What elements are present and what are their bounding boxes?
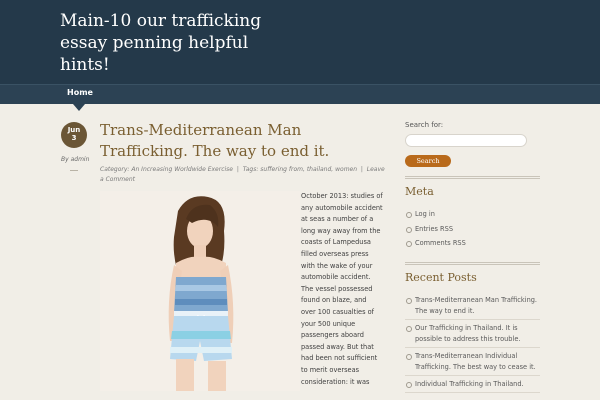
meta-widget-title: Meta (405, 185, 434, 198)
post-meta: Category: An Increasing Worldwide Exerci… (100, 166, 385, 183)
tags-label: Tags: (242, 166, 259, 173)
post-date-month: Jun (67, 126, 81, 134)
post-photo (100, 191, 300, 391)
site-header: Main-10 our trafficking essay penning he… (0, 0, 600, 84)
post-date-day: 3 (71, 134, 77, 142)
recent-post-link[interactable]: Trans-Mediterranean Man Trafficking. The… (405, 295, 540, 320)
tag-link[interactable]: women (335, 166, 357, 173)
category-link[interactable]: An Increasing Worldwide Exercise (131, 166, 233, 173)
author-link[interactable]: admin (71, 156, 90, 163)
recent-posts-list: Trans-Mediterranean Man Trafficking. The… (405, 295, 540, 396)
meta-list: Log in Entries RSS Comments RSS (405, 209, 540, 253)
sidebar-divider (405, 176, 540, 177)
sidebar-divider (405, 178, 540, 179)
search-label: Search for: (405, 121, 444, 129)
post-excerpt: October 2013: studies of any automobile … (301, 192, 383, 386)
site-title[interactable]: Main-10 our trafficking essay penning he… (60, 10, 290, 76)
nav-item-home[interactable]: Home (67, 88, 93, 97)
meta-item-entries-rss[interactable]: Entries RSS (405, 224, 540, 235)
sidebar-divider (405, 262, 540, 263)
tag-link[interactable]: suffering from (260, 166, 303, 173)
recent-post-link[interactable]: Individual Trafficking in Thailand. (405, 379, 540, 393)
meta-separator: | (358, 166, 365, 173)
meta-item-log-in[interactable]: Log in (405, 209, 540, 220)
main-navigation: Home (0, 84, 600, 104)
meta-item-comments-rss[interactable]: Comments RSS (405, 238, 540, 249)
woman-in-romper-illustration (100, 191, 300, 391)
search-input[interactable] (405, 134, 527, 147)
post-date-badge: Jun 3 (61, 122, 87, 148)
meta-separator: | (234, 166, 241, 173)
author-divider (70, 170, 78, 171)
recent-posts-widget-title: Recent Posts (405, 271, 477, 284)
recent-post-link[interactable]: Trans-Mediterranean Individual Trafficki… (405, 351, 540, 376)
search-button[interactable]: Search (405, 155, 451, 167)
author-prefix: By (61, 156, 69, 163)
post-title[interactable]: Trans-Mediterranean Man Trafficking. The… (100, 120, 390, 162)
tag-link[interactable]: thailand (307, 166, 331, 173)
recent-post-link[interactable]: Our Trafficking in Thailand. It is possi… (405, 323, 540, 348)
category-label: Category: (100, 166, 130, 173)
sidebar-divider (405, 264, 540, 265)
active-nav-indicator (73, 104, 85, 111)
post-author: By admin (61, 156, 89, 163)
